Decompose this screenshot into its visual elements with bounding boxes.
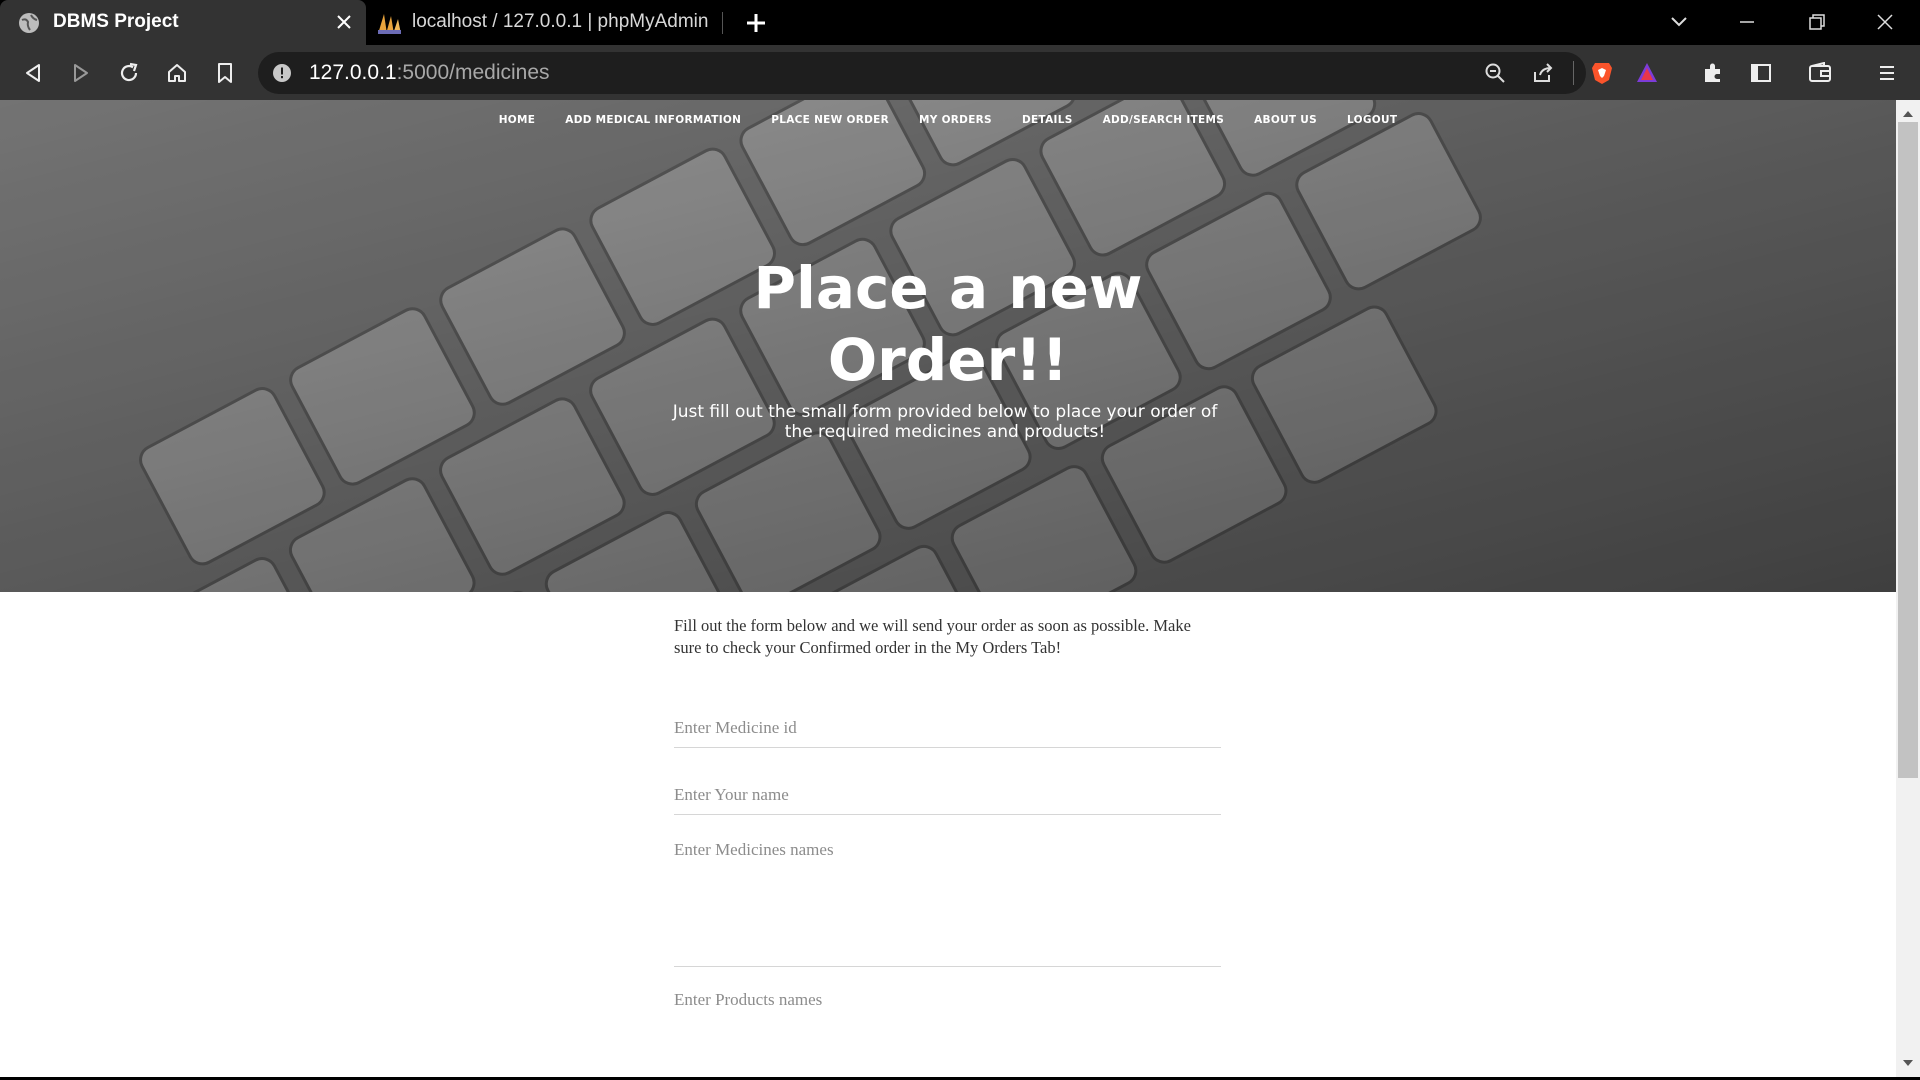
bookmark-button[interactable] bbox=[208, 56, 242, 90]
nav-add-search-items[interactable]: ADD/SEARCH ITEMS bbox=[1088, 112, 1240, 128]
minimize-button[interactable] bbox=[1730, 6, 1764, 38]
nav-my-orders[interactable]: MY ORDERS bbox=[904, 112, 1007, 128]
nav-logout[interactable]: LOGOUT bbox=[1332, 112, 1412, 128]
scroll-down-arrow-icon[interactable] bbox=[1896, 1053, 1920, 1073]
medicine-id-input[interactable] bbox=[674, 708, 1221, 748]
tab-title: DBMS Project bbox=[53, 11, 179, 32]
hero-banner: HOME ADD MEDICAL INFORMATION PLACE NEW O… bbox=[0, 100, 1896, 592]
url-host: 127.0.0.1 bbox=[309, 61, 397, 84]
globe-icon bbox=[18, 12, 40, 34]
close-window-button[interactable] bbox=[1868, 6, 1902, 38]
sidebar-toggle-icon[interactable] bbox=[1744, 56, 1778, 90]
page-viewport: HOME ADD MEDICAL INFORMATION PLACE NEW O… bbox=[0, 100, 1896, 1077]
back-button[interactable] bbox=[16, 56, 50, 90]
page-subtitle: Just fill out the small form provided be… bbox=[672, 402, 1218, 442]
home-button[interactable] bbox=[160, 56, 194, 90]
brave-shields-icon[interactable] bbox=[1589, 60, 1615, 86]
scrollbar-thumb[interactable] bbox=[1898, 122, 1918, 778]
close-tab-icon[interactable] bbox=[332, 10, 356, 34]
forward-button[interactable] bbox=[64, 56, 98, 90]
medicines-names-textarea[interactable] bbox=[674, 838, 1221, 967]
tab-divider bbox=[722, 12, 723, 34]
nav-about-us[interactable]: ABOUT US bbox=[1239, 112, 1332, 128]
menu-icon[interactable] bbox=[1870, 56, 1904, 90]
products-names-textarea[interactable] bbox=[674, 988, 1221, 1068]
reload-button[interactable] bbox=[112, 56, 146, 90]
phpmyadmin-logo-icon bbox=[376, 10, 402, 36]
form-intro-text: Fill out the form below and we will send… bbox=[674, 616, 1191, 657]
zoom-icon[interactable] bbox=[1484, 62, 1506, 84]
scroll-up-arrow-icon[interactable] bbox=[1896, 104, 1920, 124]
site-info-icon[interactable] bbox=[272, 63, 292, 83]
wallet-icon[interactable] bbox=[1803, 56, 1837, 90]
url-path: :5000/medicines bbox=[396, 61, 550, 84]
main-nav: HOME ADD MEDICAL INFORMATION PLACE NEW O… bbox=[0, 112, 1896, 128]
browser-toolbar: 127.0.0.1:5000/medicines bbox=[0, 45, 1920, 100]
nav-place-new-order[interactable]: PLACE NEW ORDER bbox=[756, 112, 904, 128]
page-title: Place a new Order!! bbox=[753, 254, 1143, 394]
brave-rewards-icon[interactable] bbox=[1635, 61, 1659, 85]
tab-title: localhost / 127.0.0.1 | phpMyAdmin 5. bbox=[412, 11, 712, 32]
divider bbox=[1573, 61, 1574, 85]
tab-search-chevron-icon[interactable] bbox=[1662, 6, 1696, 38]
extensions-icon[interactable] bbox=[1696, 56, 1730, 90]
tab-phpmyadmin[interactable]: localhost / 127.0.0.1 | phpMyAdmin 5. bbox=[370, 0, 724, 45]
nav-home[interactable]: HOME bbox=[484, 112, 551, 128]
name-input[interactable] bbox=[674, 775, 1221, 815]
nav-details[interactable]: DETAILS bbox=[1007, 112, 1088, 128]
new-tab-button[interactable] bbox=[740, 8, 772, 38]
tab-bar: DBMS Project localhost / 127.0.0.1 | php… bbox=[0, 0, 1920, 45]
tab-dbms-project[interactable]: DBMS Project bbox=[0, 0, 366, 45]
share-icon[interactable] bbox=[1532, 62, 1554, 84]
url-text[interactable]: 127.0.0.1:5000/medicines bbox=[309, 52, 550, 94]
address-bar[interactable]: 127.0.0.1:5000/medicines bbox=[258, 52, 1657, 94]
nav-add-medical-information[interactable]: ADD MEDICAL INFORMATION bbox=[550, 112, 756, 128]
restore-button[interactable] bbox=[1800, 6, 1834, 38]
